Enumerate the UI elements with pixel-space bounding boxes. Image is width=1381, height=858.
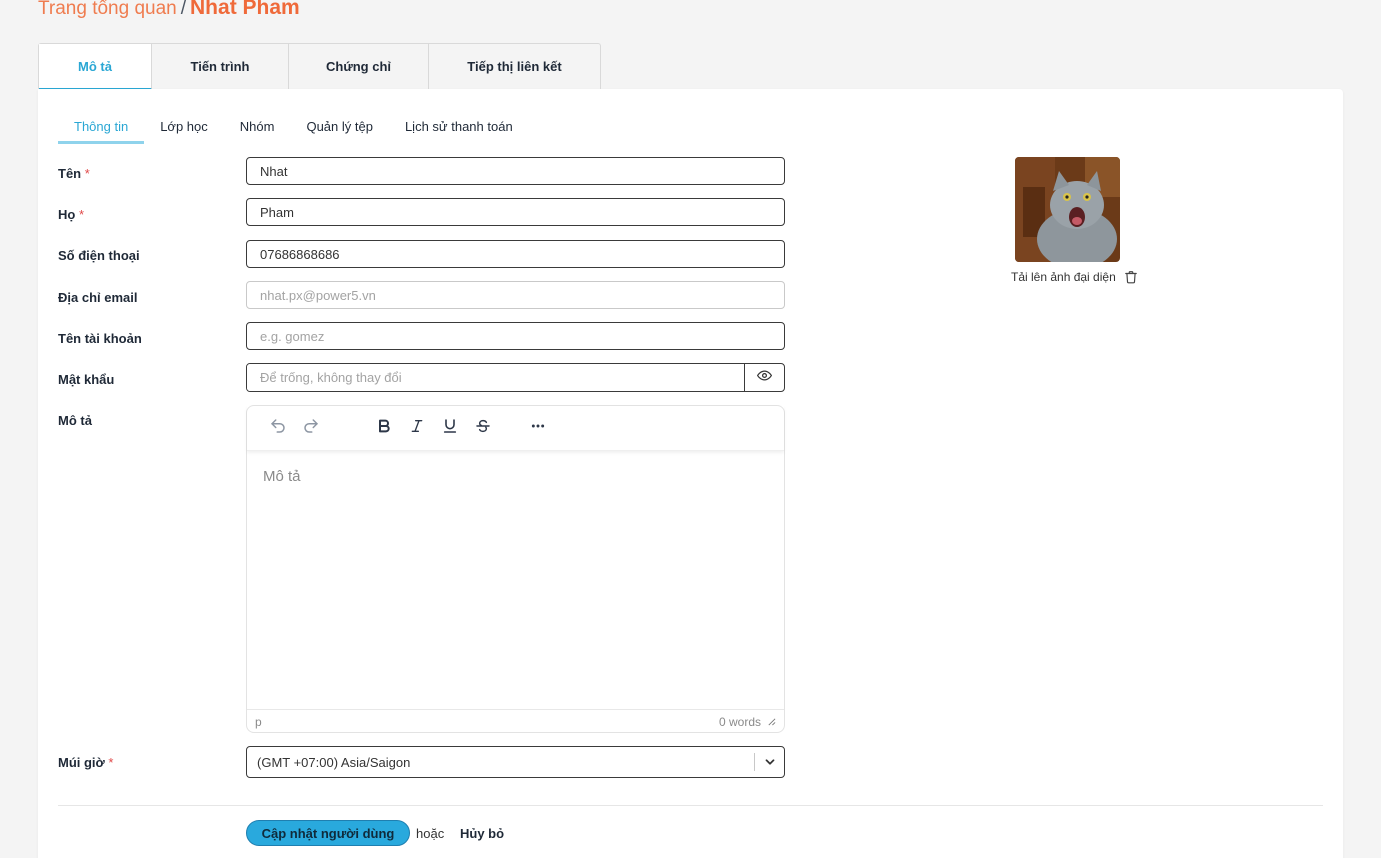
timezone-value: (GMT +07:00) Asia/Saigon bbox=[257, 754, 411, 770]
required-mark: * bbox=[84, 166, 90, 181]
show-password-button[interactable] bbox=[744, 364, 784, 391]
breadcrumb-dashboard-link[interactable]: Trang tổng quan bbox=[38, 0, 177, 19]
avatar-image[interactable] bbox=[1015, 157, 1120, 262]
description-label: Mô tả bbox=[58, 413, 92, 428]
strikethrough-button[interactable] bbox=[466, 413, 499, 443]
required-mark: * bbox=[108, 755, 114, 770]
resize-handle-icon[interactable] bbox=[767, 715, 776, 729]
editor-toolbar bbox=[247, 406, 784, 451]
bold-button[interactable] bbox=[367, 413, 400, 443]
sub-tabs: Thông tin Lớp học Nhóm Quản lý tệp Lịch … bbox=[58, 109, 529, 144]
subtab-info[interactable]: Thông tin bbox=[58, 109, 145, 144]
redo-icon bbox=[302, 417, 320, 440]
or-text: hoặc bbox=[416, 826, 445, 841]
trash-icon[interactable] bbox=[1124, 270, 1138, 284]
avatar-upload-row: Tải lên ảnh đại diện bbox=[1011, 270, 1138, 284]
tab-certificates[interactable]: Chứng chỉ bbox=[289, 44, 429, 89]
phone-input[interactable] bbox=[246, 240, 785, 268]
breadcrumb-separator: / bbox=[180, 0, 187, 19]
subtab-file-manager[interactable]: Quản lý tệp bbox=[290, 109, 389, 144]
subtab-groups[interactable]: Nhóm bbox=[224, 109, 291, 144]
strikethrough-icon bbox=[475, 418, 491, 439]
timezone-label: Múi giờ * bbox=[58, 755, 114, 770]
underline-icon bbox=[442, 418, 458, 439]
timezone-select[interactable]: (GMT +07:00) Asia/Saigon bbox=[246, 746, 785, 778]
email-input[interactable] bbox=[246, 281, 785, 309]
username-input[interactable] bbox=[246, 322, 785, 350]
password-input[interactable] bbox=[247, 364, 744, 391]
cancel-link[interactable]: Hủy bỏ bbox=[460, 826, 504, 841]
more-options-button[interactable] bbox=[521, 413, 554, 443]
undo-button[interactable] bbox=[261, 413, 294, 443]
tab-affiliate[interactable]: Tiếp thị liên kết bbox=[429, 44, 600, 89]
tab-progress[interactable]: Tiến trình bbox=[152, 44, 289, 89]
last-name-input[interactable] bbox=[246, 198, 785, 226]
upload-avatar-link[interactable]: Tải lên ảnh đại diện bbox=[1011, 270, 1116, 284]
tab-description[interactable]: Mô tả bbox=[39, 44, 152, 90]
subtab-payment-history[interactable]: Lịch sử thanh toán bbox=[389, 109, 529, 144]
first-name-input[interactable] bbox=[246, 157, 785, 185]
description-editor: Mô tả p 0 words bbox=[246, 405, 785, 733]
breadcrumb: Trang tổng quan / Nhat Pham bbox=[38, 0, 300, 23]
element-path: p bbox=[255, 714, 262, 729]
update-user-button[interactable]: Cập nhật người dùng bbox=[246, 820, 410, 846]
word-count: 0 words bbox=[718, 714, 761, 729]
user-form-card: Thông tin Lớp học Nhóm Quản lý tệp Lịch … bbox=[38, 89, 1343, 858]
last-name-label: Họ * bbox=[58, 207, 85, 222]
password-label: Mật khẩu bbox=[58, 372, 115, 387]
required-mark: * bbox=[78, 207, 85, 222]
email-label: Địa chỉ email bbox=[58, 290, 138, 305]
description-editor-body[interactable]: Mô tả bbox=[247, 451, 784, 709]
bold-icon bbox=[376, 418, 392, 439]
editor-statusbar: p 0 words bbox=[247, 709, 784, 733]
eye-icon bbox=[756, 368, 773, 388]
top-tabs: Mô tả Tiến trình Chứng chỉ Tiếp thị liên… bbox=[38, 43, 601, 90]
chevron-down-icon bbox=[755, 755, 784, 769]
username-label: Tên tài khoản bbox=[58, 331, 142, 346]
italic-icon bbox=[409, 418, 425, 439]
password-field bbox=[246, 363, 785, 392]
more-icon bbox=[530, 418, 546, 439]
subtab-classes[interactable]: Lớp học bbox=[144, 109, 224, 144]
phone-label: Số điện thoại bbox=[58, 248, 140, 263]
redo-button[interactable] bbox=[294, 413, 327, 443]
undo-icon bbox=[269, 417, 287, 440]
breadcrumb-current: Nhat Pham bbox=[190, 0, 300, 19]
italic-button[interactable] bbox=[400, 413, 433, 443]
form-divider bbox=[58, 805, 1323, 806]
first-name-label: Tên * bbox=[58, 166, 90, 181]
underline-button[interactable] bbox=[433, 413, 466, 443]
